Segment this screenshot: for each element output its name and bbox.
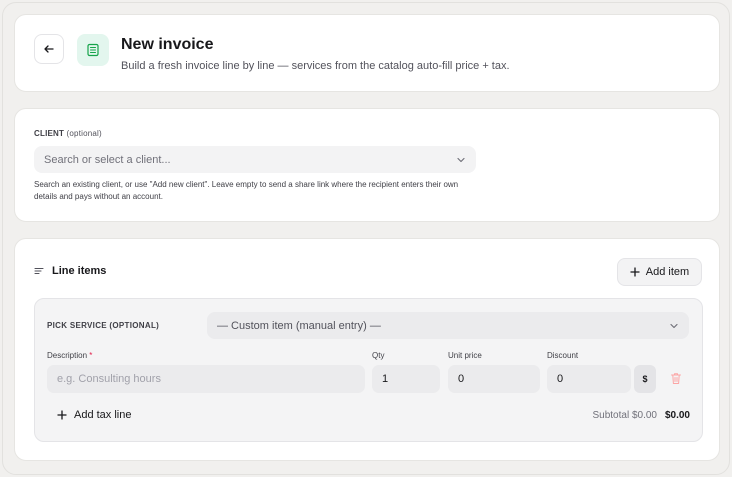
header-card: New invoice Build a fresh invoice line b… [14,14,720,92]
back-button[interactable] [34,34,64,64]
page-title: New invoice [121,36,214,53]
qty-input[interactable]: 1 [372,365,440,393]
discount-unit-toggle[interactable]: $ [634,365,656,393]
description-label-text: Description [47,351,88,360]
required-mark: * [89,351,93,360]
description-label: Description * [47,351,92,360]
pick-service-label: PICK SERVICE (OPTIONAL) [47,321,160,330]
client-select-placeholder: Search or select a client... [44,153,171,166]
list-icon [34,267,44,275]
add-item-button[interactable]: Add item [617,258,702,286]
add-tax-line-button[interactable]: Add tax line [57,409,131,421]
client-help-text: Search an existing client, or use "Add n… [34,180,459,201]
discount-label: Discount [547,351,579,360]
add-item-label: Add item [645,266,690,278]
line-items-title: Line items [52,265,107,277]
plus-icon [57,410,67,420]
client-optional: (optional) [66,129,102,138]
add-tax-line-label: Add tax line [74,409,132,421]
invoice-badge [77,34,109,66]
chevron-down-icon [670,323,678,328]
description-input[interactable]: e.g. Consulting hours [47,365,365,393]
line-items-heading: Line items [34,265,106,277]
client-card: CLIENT (optional) Search or select a cli… [14,108,720,222]
client-select[interactable]: Search or select a client... [34,146,476,173]
subtotal-label: Subtotal $0.00 [592,410,657,421]
line-items-card: Line items Add item PICK SERVICE (OPTION… [14,238,720,461]
plus-icon [630,267,640,277]
service-select[interactable]: — Custom item (manual entry) — [207,312,689,339]
unit-price-input[interactable]: 0 [448,365,540,393]
service-select-value: — Custom item (manual entry) — [217,319,381,332]
qty-label: Qty [372,351,385,360]
unit-price-label: Unit price [448,351,482,360]
line-total: $0.00 [664,410,690,421]
client-label: CLIENT (optional) [34,129,102,138]
subtotal: Subtotal $0.00 $0.00 [592,410,690,421]
chevron-down-icon [457,157,465,162]
client-label-text: CLIENT [34,129,65,138]
invoice-icon [87,43,99,57]
arrow-left-icon [44,45,54,53]
discount-input[interactable]: 0 [547,365,631,393]
trash-icon[interactable] [670,372,682,385]
line-item: PICK SERVICE (OPTIONAL) — Custom item (m… [34,298,703,442]
page-subtitle: Build a fresh invoice line by line — ser… [121,60,510,72]
